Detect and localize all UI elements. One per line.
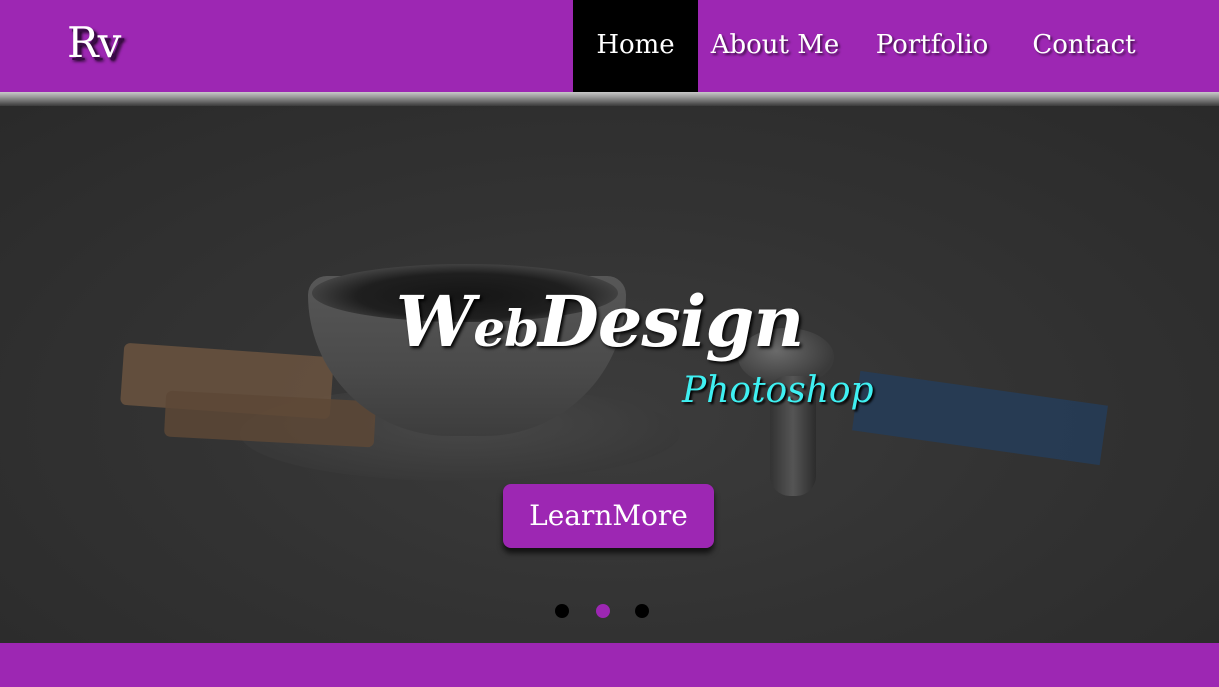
hero-title-w: W <box>395 280 475 363</box>
carousel-dot-3[interactable] <box>635 604 649 618</box>
nav-contact[interactable]: Contact <box>1022 0 1146 92</box>
hero-banner <box>0 106 1219 643</box>
cookie-image-2 <box>163 390 377 448</box>
carousel-dot-2[interactable] <box>596 604 610 618</box>
hero-title-eb: eb <box>473 299 539 358</box>
hero-subtitle: Photoshop <box>682 370 874 411</box>
header-shadow <box>0 92 1219 106</box>
hero-title: WebDesign <box>0 280 1209 363</box>
learn-more-button[interactable]: LearnMore <box>503 484 714 548</box>
carousel-dot-1[interactable] <box>555 604 569 618</box>
nav-home[interactable]: Home <box>573 0 698 92</box>
site-header: Rv Home About Me Portfolio Contact <box>0 0 1219 92</box>
business-card-image <box>852 370 1108 466</box>
logo[interactable]: Rv <box>67 18 121 67</box>
nav-portfolio[interactable]: Portfolio <box>866 0 998 92</box>
nav-about-me[interactable]: About Me <box>702 0 848 92</box>
footer-bar <box>0 643 1219 687</box>
hero-title-design: Design <box>538 280 804 363</box>
